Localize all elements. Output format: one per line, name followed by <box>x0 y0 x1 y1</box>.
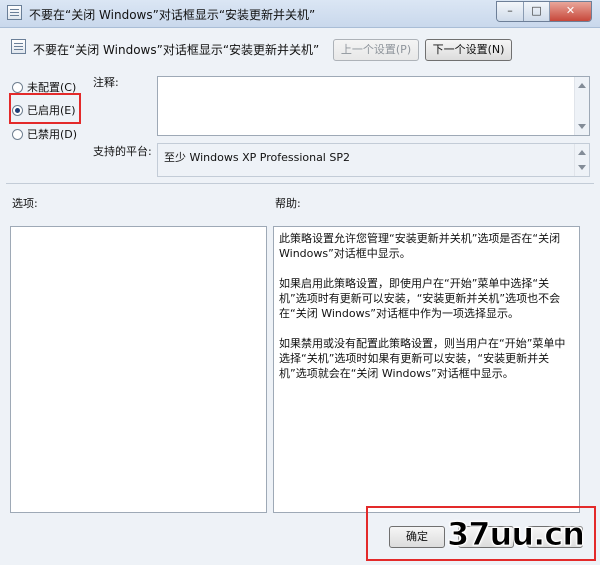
setting-title: 不要在“关闭 Windows”对话框显示“安装更新并关机” <box>33 43 320 57</box>
close-icon: ✕ <box>565 4 576 17</box>
options-panel <box>10 226 267 513</box>
scroll-up-icon[interactable] <box>578 150 586 155</box>
close-button[interactable]: ✕ <box>549 2 591 21</box>
radio-disabled-label: 已禁用(D) <box>27 128 78 141</box>
help-label: 帮助: <box>275 197 301 210</box>
help-paragraph: 如果启用此策略设置，即使用户在“开始”菜单中选择“关机”选项时有更新可以安装，“… <box>279 277 561 320</box>
help-panel: 此策略设置允许您管理“安装更新并关机”选项是否在“关闭 Windows”对话框中… <box>273 226 580 513</box>
help-paragraph: 此策略设置允许您管理“安装更新并关机”选项是否在“关闭 Windows”对话框中… <box>279 232 561 260</box>
minimize-button[interactable]: – <box>497 2 523 21</box>
previous-setting-button[interactable]: 上一个设置(P) <box>333 39 419 61</box>
options-label: 选项: <box>12 197 38 210</box>
radio-not-configured-circle[interactable] <box>12 81 23 93</box>
comment-label: 注释: <box>93 76 119 89</box>
comment-scrollbar[interactable] <box>574 77 589 135</box>
platform-field: 至少 Windows XP Professional SP2 <box>157 143 590 177</box>
window-title: 不要在“关闭 Windows”对话框显示“安装更新并关机” <box>29 8 316 22</box>
comment-field[interactable] <box>157 76 590 136</box>
radio-disabled-circle[interactable] <box>12 128 23 140</box>
radio-disabled[interactable]: 已禁用(D) <box>12 126 77 142</box>
maximize-button[interactable]: □ <box>523 2 549 21</box>
title-bar: 不要在“关闭 Windows”对话框显示“安装更新并关机” – □ ✕ <box>0 0 600 28</box>
highlight-box-enabled <box>9 93 81 124</box>
scroll-down-icon[interactable] <box>578 124 586 129</box>
setting-icon <box>11 39 26 54</box>
platform-scrollbar[interactable] <box>574 144 589 176</box>
maximize-icon: □ <box>531 4 542 17</box>
scroll-down-icon[interactable] <box>578 165 586 170</box>
setting-header: 不要在“关闭 Windows”对话框显示“安装更新并关机” 上一个设置(P) 下… <box>0 28 600 68</box>
platform-value: 至少 Windows XP Professional SP2 <box>164 151 350 164</box>
minimize-icon: – <box>507 4 513 17</box>
window-controls: – □ ✕ <box>496 1 592 22</box>
platform-label: 支持的平台: <box>93 145 152 158</box>
help-paragraph: 如果禁用或没有配置此策略设置，则当用户在“开始”菜单中选择“关机”选项时如果有更… <box>279 337 566 380</box>
policy-icon <box>7 5 22 20</box>
section-divider <box>6 183 594 184</box>
help-text: 此策略设置允许您管理“安装更新并关机”选项是否在“关闭 Windows”对话框中… <box>279 231 573 396</box>
scroll-up-icon[interactable] <box>578 83 586 88</box>
next-setting-button[interactable]: 下一个设置(N) <box>425 39 512 61</box>
site-watermark: 37uu.cn <box>447 515 586 554</box>
